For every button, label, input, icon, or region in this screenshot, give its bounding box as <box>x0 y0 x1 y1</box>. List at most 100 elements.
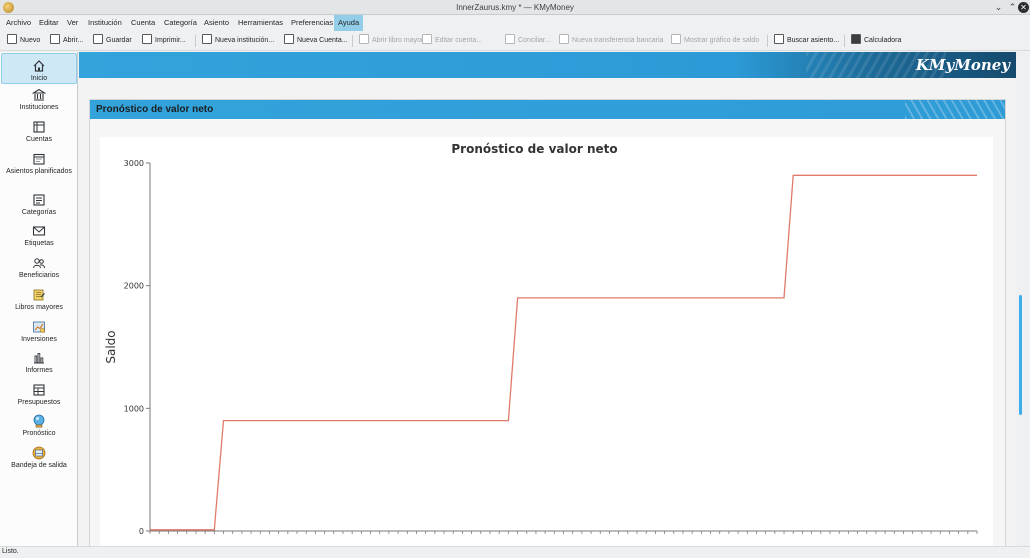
menu-archivo[interactable]: Archivo <box>2 15 35 31</box>
menu-preferencias[interactable]: Preferencias <box>287 15 337 31</box>
forecast-icon <box>33 414 45 428</box>
y-axis-label: Saldo <box>104 330 118 363</box>
sidebar-item-instituciones[interactable]: Instituciones <box>1 88 77 116</box>
find-transaction-button[interactable]: Buscar asiento... <box>774 34 839 48</box>
outbox-icon <box>32 446 46 460</box>
new-transfer-label: Nueva transferencia bancaria <box>572 37 664 44</box>
sidebar-item-libros-mayores[interactable]: Libros mayores <box>1 288 77 316</box>
menu-asiento[interactable]: Asiento <box>200 15 233 31</box>
menu-editar[interactable]: Editar <box>35 15 63 31</box>
new-account-button[interactable]: Nueva Cuenta... <box>284 34 348 48</box>
sidebar-item-inicio[interactable]: Inicio <box>1 53 77 84</box>
transfer-icon <box>559 34 569 44</box>
sidebar-item-bandeja-de-salida[interactable]: Bandeja de salida <box>1 446 77 476</box>
panel-title: Pronóstico de valor neto <box>96 104 214 115</box>
menu-categoria[interactable]: Categoría <box>160 15 201 31</box>
kmymoney-logo: KMyMoney <box>915 56 1010 74</box>
calendar-icon <box>33 153 45 165</box>
reconcile-label: Conciliar... <box>518 37 551 44</box>
ledger-icon <box>359 34 369 44</box>
sidebar-label: Categorías <box>21 209 57 216</box>
net-worth-forecast-panel: Pronóstico de valor neto Pronóstico de v… <box>89 99 1006 546</box>
sidebar-label: Etiquetas <box>24 240 54 247</box>
sidebar-label: Beneficiarios <box>18 272 60 279</box>
reconcile-button[interactable]: Conciliar... <box>505 34 551 48</box>
balance-chart-label: Mostrar gráfico de saldo <box>684 37 760 44</box>
search-icon <box>774 34 784 44</box>
sidebar-label: Pronóstico <box>22 430 56 437</box>
sidebar-label: Inicio <box>30 75 48 82</box>
y-tick-label: 1000 <box>124 404 144 413</box>
new-institution-button[interactable]: Nueva institución... <box>202 34 274 48</box>
toolbar-separator <box>844 35 845 47</box>
net-worth-chart: Pronóstico de valor neto Saldo 0 1000 2000 30… <box>100 137 993 546</box>
home-icon <box>33 60 45 72</box>
calculator-icon <box>851 34 861 44</box>
sidebar-label: Instituciones <box>19 104 59 111</box>
menu-cuenta[interactable]: Cuenta <box>127 15 159 31</box>
menu-ver[interactable]: Ver <box>63 15 82 31</box>
panel-header: Pronóstico de valor neto <box>90 100 1005 119</box>
toolbar-separator <box>767 35 768 47</box>
sidebar-item-categorias[interactable]: Categorías <box>1 193 77 221</box>
sidebar-label: Presupuestos <box>17 399 61 406</box>
vertical-scrollbar[interactable] <box>1016 52 1030 546</box>
menu-herramientas[interactable]: Herramientas <box>234 15 287 31</box>
open-ledger-label: Abrir libro mayor <box>372 37 424 44</box>
sidebar-item-etiquetas[interactable]: Etiquetas <box>1 224 77 252</box>
sidebar-item-presupuestos[interactable]: Presupuestos <box>1 383 77 411</box>
home-view: KMyMoney Pronóstico de valor neto Pronós… <box>79 52 1016 546</box>
save-button[interactable]: Guardar <box>93 34 132 48</box>
investments-icon <box>33 321 45 333</box>
open-ledger-button[interactable]: Abrir libro mayor <box>359 34 423 48</box>
close-icon[interactable]: ✕ <box>1018 2 1029 13</box>
sidebar-label: Informes <box>25 367 53 374</box>
new-transfer-button[interactable]: Nueva transferencia bancaria <box>559 34 663 48</box>
main-toolbar: Nuevo Abrir... Guardar Imprimir... Nueva… <box>0 31 1030 51</box>
calculator-button[interactable]: Calculadora <box>851 34 901 48</box>
window-title: InnerZaurus.kmy * — KMyMoney <box>456 3 574 12</box>
reconcile-icon <box>505 34 515 44</box>
chart-svg: Pronóstico de valor neto Saldo 0 1000 2000 30… <box>104 142 978 536</box>
chevron-down-icon[interactable]: ⌄ <box>992 1 1005 14</box>
ledger-icon <box>33 289 45 301</box>
sidebar-item-informes[interactable]: Informes <box>1 351 77 379</box>
sidebar-item-asientos-planificados[interactable]: Asientos planificados <box>1 152 77 189</box>
calculator-label: Calculadora <box>864 37 902 44</box>
edit-account-button[interactable]: Editar cuenta... <box>422 34 482 48</box>
save-icon <box>93 34 103 44</box>
sidebar-item-cuentas[interactable]: Cuentas <box>1 120 77 148</box>
edit-account-label: Editar cuenta... <box>435 37 483 44</box>
y-tick-label: 0 <box>139 527 144 536</box>
budget-icon <box>33 384 45 396</box>
print-button[interactable]: Imprimir... <box>142 34 186 48</box>
y-tick-label: 2000 <box>124 282 144 291</box>
toolbar-separator <box>352 35 353 47</box>
categories-icon <box>33 194 45 206</box>
new-account-label: Nueva Cuenta... <box>297 37 348 44</box>
menu-ayuda[interactable]: Ayuda <box>334 15 364 31</box>
sidebar-item-pronostico[interactable]: Pronóstico <box>1 414 77 444</box>
tag-icon <box>32 226 46 236</box>
new-button[interactable]: Nuevo <box>7 34 40 48</box>
folder-icon <box>50 34 60 44</box>
sidebar-item-beneficiarios[interactable]: Beneficiarios <box>1 256 77 284</box>
new-file-icon <box>7 34 17 44</box>
balance-chart-button[interactable]: Mostrar gráfico de saldo <box>671 34 759 48</box>
sidebar-label: Inversiones <box>21 336 57 343</box>
scrollbar-thumb[interactable] <box>1019 295 1022 415</box>
sidebar-label: Bandeja de salida <box>11 462 67 469</box>
sidebar-label: Asientos planificados <box>6 168 72 175</box>
status-bar: Listo. <box>0 546 1030 558</box>
bank-icon <box>32 88 46 101</box>
menu-bar: Archivo Editar Ver Institución Cuenta Ca… <box>0 15 1030 31</box>
open-button[interactable]: Abrir... <box>50 34 83 48</box>
menu-institucion[interactable]: Institución <box>84 15 126 31</box>
sidebar-item-inversiones[interactable]: Inversiones <box>1 320 77 348</box>
save-label: Guardar <box>106 37 132 44</box>
forecast-series-line <box>150 174 977 531</box>
sidebar-label: Libros mayores <box>15 304 63 311</box>
bank-icon <box>202 34 212 44</box>
chart-icon <box>671 34 681 44</box>
edit-icon <box>422 34 432 44</box>
